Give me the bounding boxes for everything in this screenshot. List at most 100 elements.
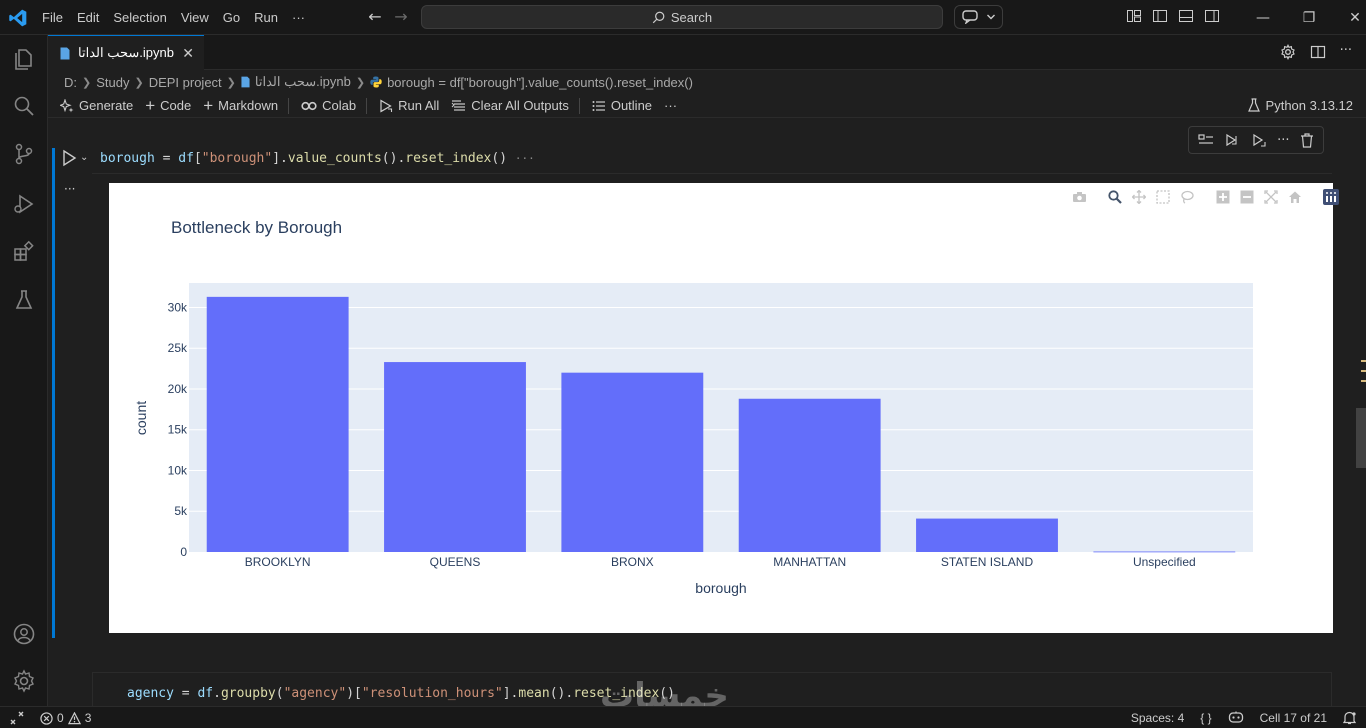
toggle-secondary-sidebar-icon[interactable]: [1204, 8, 1220, 24]
add-markdown-cell-button[interactable]: + Markdown: [203, 95, 278, 115]
chevron-right-icon: ❯: [134, 76, 144, 89]
chevron-down-icon[interactable]: ⌄: [80, 152, 88, 163]
breadcrumb-drive[interactable]: D:: [64, 75, 77, 90]
x-tick-label: BROOKLYN: [245, 555, 311, 569]
y-tick-label: 20k: [168, 382, 188, 396]
bar-unspecified[interactable]: [1093, 551, 1236, 553]
menu-view[interactable]: View: [181, 10, 209, 25]
explorer-icon[interactable]: [12, 47, 36, 71]
bar-bronx[interactable]: [561, 372, 704, 552]
editor-scrollbar-thumb[interactable]: [1356, 408, 1366, 468]
minimize-icon[interactable]: —: [1240, 10, 1286, 26]
autoscale-icon[interactable]: [1261, 187, 1281, 207]
toggle-primary-sidebar-icon[interactable]: [1152, 8, 1168, 24]
zoom-icon[interactable]: [1105, 187, 1125, 207]
execute-cell-icon[interactable]: [60, 148, 80, 168]
breadcrumb-folder-study[interactable]: Study: [96, 75, 129, 90]
forward-arrow-icon[interactable]: →: [392, 8, 410, 26]
kernel-picker[interactable]: Python 3.13.12: [1247, 94, 1353, 116]
plotly-logo-icon[interactable]: [1321, 187, 1341, 207]
source-control-icon[interactable]: [12, 142, 36, 166]
lasso-select-icon[interactable]: [1177, 187, 1197, 207]
pan-icon[interactable]: [1129, 187, 1149, 207]
notebook-toolbar: Generate + Code + Markdown Colab Run All…: [48, 94, 1366, 118]
menu-file[interactable]: File: [42, 10, 63, 25]
run-all-button[interactable]: Run All: [379, 98, 439, 113]
testing-flask-icon[interactable]: [12, 288, 36, 312]
bar-staten-island[interactable]: [916, 518, 1058, 552]
customize-layout-icon[interactable]: [1126, 8, 1142, 24]
run-above-icon[interactable]: [1224, 133, 1240, 147]
code-cell-editor[interactable]: borough = df["borough"].value_counts().r…: [92, 146, 1332, 174]
plus-icon: +: [203, 95, 214, 115]
chevron-right-icon: ❯: [355, 76, 366, 89]
search-sidebar-icon[interactable]: [12, 94, 36, 118]
generate-button[interactable]: Generate: [60, 98, 133, 113]
reset-axes-home-icon[interactable]: [1285, 187, 1305, 207]
command-search-box[interactable]: Search: [421, 5, 943, 29]
x-tick-labels: BROOKLYN QUEENS BRONX MANHATTAN STATEN ISLAN…: [245, 555, 1196, 569]
toolbar-more-button[interactable]: ···: [664, 98, 677, 113]
output-actions-icon[interactable]: ···: [64, 182, 75, 196]
run-all-label: Run All: [398, 98, 440, 113]
copilot-status-icon[interactable]: [1228, 711, 1244, 725]
back-arrow-icon[interactable]: ←: [366, 8, 384, 26]
x-tick-label: QUEENS: [430, 555, 481, 569]
toolbar-divider: [366, 97, 368, 114]
close-icon[interactable]: ✕: [182, 45, 194, 62]
colab-icon: [301, 101, 317, 110]
toggle-panel-icon[interactable]: [1178, 8, 1194, 24]
menu-selection[interactable]: Selection: [113, 10, 166, 25]
variables-icon[interactable]: [1198, 133, 1214, 147]
tab-title: سحب الداتا.ipynb: [78, 45, 174, 60]
bar-brooklyn[interactable]: [206, 296, 349, 552]
zoom-out-icon[interactable]: [1237, 187, 1257, 207]
breadcrumb-cell[interactable]: borough = df["borough"].value_counts().r…: [387, 75, 693, 90]
notifications-bell-icon[interactable]: [1343, 711, 1356, 725]
close-window-icon[interactable]: ✕: [1332, 10, 1366, 26]
remote-indicator[interactable]: [0, 707, 34, 728]
notebook-settings-gear-icon[interactable]: [1280, 44, 1296, 60]
split-editor-icon[interactable]: [1310, 44, 1326, 60]
title-bar: File Edit Selection View Go Run ··· ← → …: [0, 0, 1366, 35]
code-token: ().: [549, 686, 574, 701]
box-select-icon[interactable]: [1153, 187, 1173, 207]
settings-gear-icon[interactable]: [12, 669, 36, 693]
bar-queens[interactable]: [384, 362, 526, 552]
breadcrumb-file[interactable]: سحب الداتا.ipynb: [255, 74, 351, 90]
code-token: mean: [518, 686, 550, 701]
layout-controls: [1126, 8, 1220, 24]
add-code-cell-button[interactable]: + Code: [145, 97, 191, 114]
zoom-in-icon[interactable]: [1213, 187, 1233, 207]
account-icon[interactable]: [12, 622, 36, 646]
more-actions-icon[interactable]: ···: [1340, 44, 1352, 60]
clear-all-outputs-button[interactable]: Clear All Outputs: [451, 98, 569, 113]
menu-run[interactable]: Run: [254, 10, 278, 25]
breadcrumb: D: ❯ Study ❯ DEPI project ❯ سحب الداتا.i…: [64, 72, 693, 92]
menu-go[interactable]: Go: [223, 10, 240, 25]
run-debug-icon[interactable]: [12, 192, 36, 216]
language-mode-status[interactable]: { }: [1200, 711, 1211, 725]
copilot-button[interactable]: [954, 5, 1003, 29]
breadcrumb-folder-project[interactable]: DEPI project: [149, 75, 222, 90]
run-below-icon[interactable]: [1251, 133, 1267, 147]
camera-icon[interactable]: [1069, 187, 1089, 207]
code-token: [: [193, 151, 202, 166]
x-tick-label: MANHATTAN: [773, 555, 846, 569]
bar-manhattan[interactable]: [738, 398, 881, 552]
menu-edit[interactable]: Edit: [77, 10, 99, 25]
cell-position-status[interactable]: Cell 17 of 21: [1260, 711, 1327, 725]
cell-more-icon[interactable]: ···: [1277, 133, 1289, 148]
outline-button[interactable]: Outline: [592, 98, 652, 113]
indentation-status[interactable]: Spaces: 4: [1131, 711, 1184, 725]
collapsed-code-ellipsis[interactable]: ···: [515, 152, 535, 165]
modebar-spacer: [1093, 187, 1101, 207]
tab-notebook[interactable]: سحب الداتا.ipynb ✕: [48, 35, 204, 70]
kernel-label: Python 3.13.12: [1265, 97, 1353, 113]
restore-icon[interactable]: ❐: [1286, 10, 1332, 26]
menu-more[interactable]: ···: [292, 10, 305, 25]
problems-indicator[interactable]: 0 3: [40, 707, 91, 728]
colab-button[interactable]: Colab: [301, 98, 356, 113]
extensions-icon[interactable]: [12, 239, 36, 263]
delete-cell-icon[interactable]: [1300, 132, 1314, 148]
